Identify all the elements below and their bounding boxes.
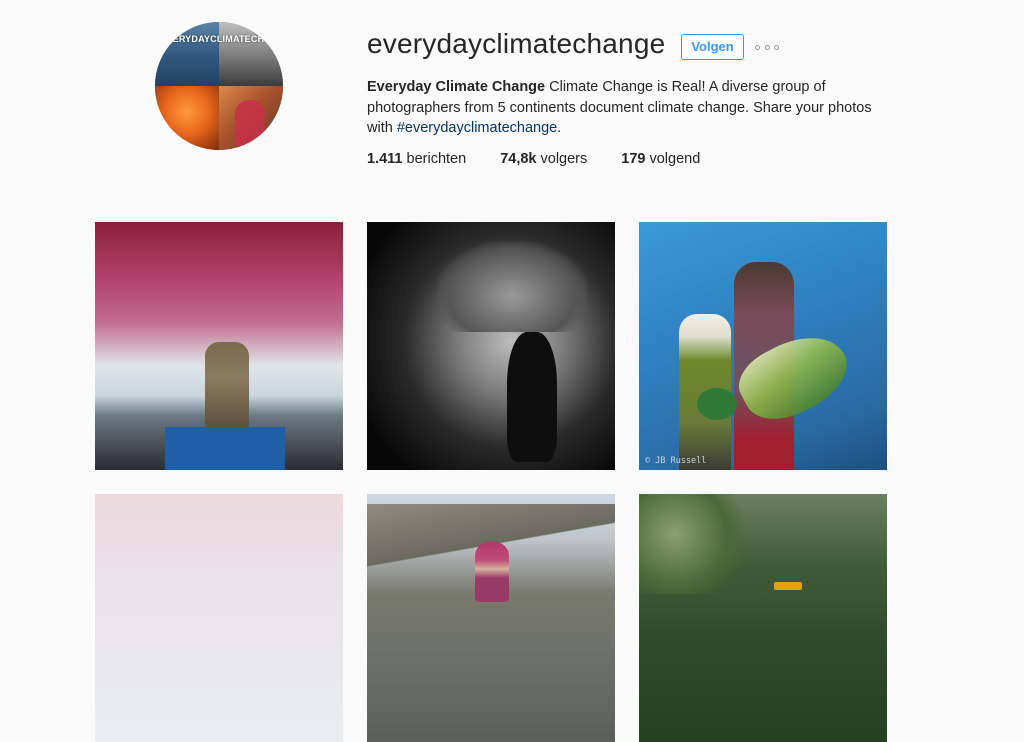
bio-end: . [557,120,562,136]
avatar-tile-ice [155,22,219,86]
avatar-caption: #EVERYDAYCLIMATECHANGE [155,34,283,44]
profile-bio: Everyday Climate Change Climate Change i… [367,77,887,139]
posts-label: berichten [402,151,467,167]
post-thumbnail[interactable]: © JB Russell [639,222,887,470]
post-thumbnail[interactable] [367,222,615,470]
following-stat[interactable]: 179 volgend [621,151,700,167]
avatar-tile-sea [219,22,283,86]
following-count: 179 [621,151,646,167]
avatar-tile-woman [219,86,283,150]
profile-avatar: #EVERYDAYCLIMATECHANGE [155,22,283,150]
ellipsis-icon[interactable] [755,38,779,56]
profile-full-name: Everyday Climate Change [367,79,546,95]
followers-label: volgers [536,151,588,167]
ellipsis-dot [774,44,779,50]
following-label: volgend [645,151,701,167]
bio-hashtag-link[interactable]: #everydayclimatechange [397,120,557,136]
profile-username: everydayclimatechange [367,28,666,59]
follow-button[interactable]: Volgen [681,34,744,60]
ellipsis-dot [764,44,770,50]
avatar-tile-sunset [155,86,219,150]
profile-stats: 1.411 berichten 74,8k volgers 179 volgen… [367,151,734,167]
followers-stat[interactable]: 74,8k volgers [500,151,587,167]
photo-watermelon [697,388,737,420]
post-thumbnail[interactable] [367,494,615,742]
posts-count: 1.411 [367,151,403,167]
posts-stat: 1.411 berichten [367,151,466,167]
photo-credit: © JB Russell [645,456,707,466]
followers-count: 74,8k [500,151,537,167]
post-thumbnail[interactable] [639,494,887,742]
post-thumbnail[interactable] [95,222,343,470]
ellipsis-dot [755,44,760,50]
post-thumbnail[interactable] [95,494,343,742]
